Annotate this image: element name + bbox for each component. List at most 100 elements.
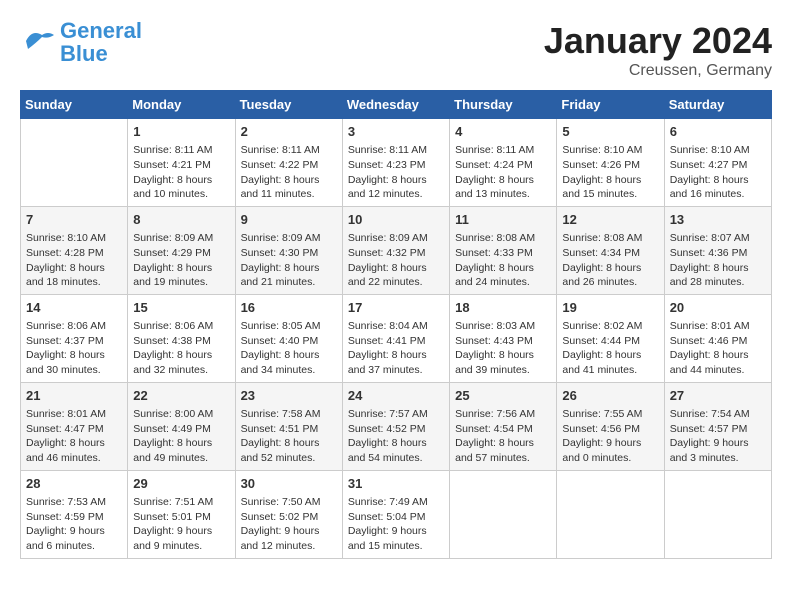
day-number: 19 xyxy=(562,299,658,317)
day-number: 10 xyxy=(348,211,444,229)
day-number: 23 xyxy=(241,387,337,405)
day-number: 12 xyxy=(562,211,658,229)
day-number: 2 xyxy=(241,123,337,141)
day-info: Sunrise: 8:10 AM Sunset: 4:28 PM Dayligh… xyxy=(26,231,122,290)
calendar-cell: 17 Sunrise: 8:04 AM Sunset: 4:41 PM Dayli… xyxy=(342,294,449,382)
calendar-cell: 28 Sunrise: 7:53 AM Sunset: 4:59 PM Dayli… xyxy=(21,470,128,558)
calendar-title-block: January 2024 Creussen, Germany xyxy=(544,20,772,80)
day-number: 3 xyxy=(348,123,444,141)
calendar-cell: 9 Sunrise: 8:09 AM Sunset: 4:30 PM Daylig… xyxy=(235,206,342,294)
calendar-cell: 29 Sunrise: 7:51 AM Sunset: 5:01 PM Dayli… xyxy=(128,470,235,558)
day-info: Sunrise: 8:09 AM Sunset: 4:29 PM Dayligh… xyxy=(133,231,229,290)
day-number: 22 xyxy=(133,387,229,405)
calendar-cell: 30 Sunrise: 7:50 AM Sunset: 5:02 PM Dayli… xyxy=(235,470,342,558)
day-number: 29 xyxy=(133,475,229,493)
day-info: Sunrise: 7:58 AM Sunset: 4:51 PM Dayligh… xyxy=(241,407,337,466)
day-number: 30 xyxy=(241,475,337,493)
calendar-cell: 24Sunrise: 7:57 AM Sunset: 4:52 PM Dayli… xyxy=(342,382,449,470)
day-info: Sunrise: 7:51 AM Sunset: 5:01 PM Dayligh… xyxy=(133,495,229,554)
week-row-5: 28 Sunrise: 7:53 AM Sunset: 4:59 PM Dayli… xyxy=(21,470,772,558)
day-info: Sunrise: 8:01 AM Sunset: 4:47 PM Dayligh… xyxy=(26,407,122,466)
column-header-monday: Monday xyxy=(128,91,235,119)
calendar-cell: 6 Sunrise: 8:10 AM Sunset: 4:27 PM Daylig… xyxy=(664,119,771,207)
calendar-cell xyxy=(450,470,557,558)
day-info: Sunrise: 7:50 AM Sunset: 5:02 PM Dayligh… xyxy=(241,495,337,554)
calendar-cell: 15Sunrise: 8:06 AM Sunset: 4:38 PM Dayli… xyxy=(128,294,235,382)
calendar-header-row: SundayMondayTuesdayWednesdayThursdayFrid… xyxy=(21,91,772,119)
day-info: Sunrise: 8:10 AM Sunset: 4:26 PM Dayligh… xyxy=(562,143,658,202)
day-number: 27 xyxy=(670,387,766,405)
day-number: 11 xyxy=(455,211,551,229)
logo-icon xyxy=(20,27,56,60)
day-info: Sunrise: 8:01 AM Sunset: 4:46 PM Dayligh… xyxy=(670,319,766,378)
calendar-subtitle: Creussen, Germany xyxy=(544,62,772,80)
day-info: Sunrise: 7:49 AM Sunset: 5:04 PM Dayligh… xyxy=(348,495,444,554)
calendar-cell: 10Sunrise: 8:09 AM Sunset: 4:32 PM Dayli… xyxy=(342,206,449,294)
day-number: 8 xyxy=(133,211,229,229)
calendar-cell: 13 Sunrise: 8:07 AM Sunset: 4:36 PM Dayli… xyxy=(664,206,771,294)
day-info: Sunrise: 8:05 AM Sunset: 4:40 PM Dayligh… xyxy=(241,319,337,378)
day-number: 25 xyxy=(455,387,551,405)
calendar-cell: 7 Sunrise: 8:10 AM Sunset: 4:28 PM Daylig… xyxy=(21,206,128,294)
day-info: Sunrise: 7:57 AM Sunset: 4:52 PM Dayligh… xyxy=(348,407,444,466)
calendar-cell: 4 Sunrise: 8:11 AM Sunset: 4:24 PM Daylig… xyxy=(450,119,557,207)
column-header-tuesday: Tuesday xyxy=(235,91,342,119)
calendar-cell: 21 Sunrise: 8:01 AM Sunset: 4:47 PM Dayli… xyxy=(21,382,128,470)
day-info: Sunrise: 8:02 AM Sunset: 4:44 PM Dayligh… xyxy=(562,319,658,378)
day-info: Sunrise: 8:00 AM Sunset: 4:49 PM Dayligh… xyxy=(133,407,229,466)
day-info: Sunrise: 8:03 AM Sunset: 4:43 PM Dayligh… xyxy=(455,319,551,378)
calendar-cell: 11 Sunrise: 8:08 AM Sunset: 4:33 PM Dayli… xyxy=(450,206,557,294)
day-number: 17 xyxy=(348,299,444,317)
day-number: 4 xyxy=(455,123,551,141)
day-info: Sunrise: 8:07 AM Sunset: 4:36 PM Dayligh… xyxy=(670,231,766,290)
day-info: Sunrise: 8:06 AM Sunset: 4:38 PM Dayligh… xyxy=(133,319,229,378)
calendar-cell: 26Sunrise: 7:55 AM Sunset: 4:56 PM Dayli… xyxy=(557,382,664,470)
day-info: Sunrise: 8:11 AM Sunset: 4:24 PM Dayligh… xyxy=(455,143,551,202)
day-number: 21 xyxy=(26,387,122,405)
calendar-cell: 23 Sunrise: 7:58 AM Sunset: 4:51 PM Dayli… xyxy=(235,382,342,470)
calendar-cell: 18 Sunrise: 8:03 AM Sunset: 4:43 PM Dayli… xyxy=(450,294,557,382)
logo-text: GeneralBlue xyxy=(60,18,142,66)
calendar-cell: 14Sunrise: 8:06 AM Sunset: 4:37 PM Dayli… xyxy=(21,294,128,382)
calendar-cell: 31 Sunrise: 7:49 AM Sunset: 5:04 PM Dayli… xyxy=(342,470,449,558)
day-number: 28 xyxy=(26,475,122,493)
day-number: 16 xyxy=(241,299,337,317)
day-number: 18 xyxy=(455,299,551,317)
day-info: Sunrise: 8:08 AM Sunset: 4:34 PM Dayligh… xyxy=(562,231,658,290)
day-info: Sunrise: 8:11 AM Sunset: 4:21 PM Dayligh… xyxy=(133,143,229,202)
calendar-cell: 19 Sunrise: 8:02 AM Sunset: 4:44 PM Dayli… xyxy=(557,294,664,382)
day-info: Sunrise: 7:53 AM Sunset: 4:59 PM Dayligh… xyxy=(26,495,122,554)
day-info: Sunrise: 7:54 AM Sunset: 4:57 PM Dayligh… xyxy=(670,407,766,466)
column-header-thursday: Thursday xyxy=(450,91,557,119)
day-number: 9 xyxy=(241,211,337,229)
day-info: Sunrise: 7:56 AM Sunset: 4:54 PM Dayligh… xyxy=(455,407,551,466)
week-row-4: 21 Sunrise: 8:01 AM Sunset: 4:47 PM Dayli… xyxy=(21,382,772,470)
day-info: Sunrise: 8:04 AM Sunset: 4:41 PM Dayligh… xyxy=(348,319,444,378)
week-row-2: 7 Sunrise: 8:10 AM Sunset: 4:28 PM Daylig… xyxy=(21,206,772,294)
day-number: 13 xyxy=(670,211,766,229)
day-number: 7 xyxy=(26,211,122,229)
week-row-1: 1Sunrise: 8:11 AM Sunset: 4:21 PM Daylig… xyxy=(21,119,772,207)
day-info: Sunrise: 8:10 AM Sunset: 4:27 PM Dayligh… xyxy=(670,143,766,202)
calendar-cell: 1Sunrise: 8:11 AM Sunset: 4:21 PM Daylig… xyxy=(128,119,235,207)
day-number: 26 xyxy=(562,387,658,405)
day-number: 6 xyxy=(670,123,766,141)
week-row-3: 14Sunrise: 8:06 AM Sunset: 4:37 PM Dayli… xyxy=(21,294,772,382)
page-header: GeneralBlue January 2024 Creussen, Germa… xyxy=(20,20,772,80)
calendar-cell: 5 Sunrise: 8:10 AM Sunset: 4:26 PM Daylig… xyxy=(557,119,664,207)
day-number: 31 xyxy=(348,475,444,493)
calendar-table: SundayMondayTuesdayWednesdayThursdayFrid… xyxy=(20,90,772,559)
day-info: Sunrise: 8:06 AM Sunset: 4:37 PM Dayligh… xyxy=(26,319,122,378)
day-info: Sunrise: 8:11 AM Sunset: 4:23 PM Dayligh… xyxy=(348,143,444,202)
day-info: Sunrise: 8:11 AM Sunset: 4:22 PM Dayligh… xyxy=(241,143,337,202)
calendar-cell: 27 Sunrise: 7:54 AM Sunset: 4:57 PM Dayli… xyxy=(664,382,771,470)
column-header-sunday: Sunday xyxy=(21,91,128,119)
calendar-cell xyxy=(664,470,771,558)
calendar-cell: 20Sunrise: 8:01 AM Sunset: 4:46 PM Dayli… xyxy=(664,294,771,382)
day-number: 5 xyxy=(562,123,658,141)
day-info: Sunrise: 8:08 AM Sunset: 4:33 PM Dayligh… xyxy=(455,231,551,290)
calendar-cell: 12 Sunrise: 8:08 AM Sunset: 4:34 PM Dayli… xyxy=(557,206,664,294)
day-info: Sunrise: 8:09 AM Sunset: 4:30 PM Dayligh… xyxy=(241,231,337,290)
calendar-cell: 22 Sunrise: 8:00 AM Sunset: 4:49 PM Dayli… xyxy=(128,382,235,470)
calendar-cell: 25 Sunrise: 7:56 AM Sunset: 4:54 PM Dayli… xyxy=(450,382,557,470)
